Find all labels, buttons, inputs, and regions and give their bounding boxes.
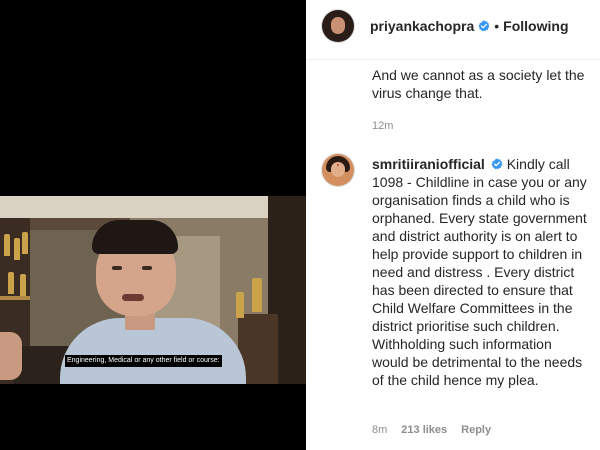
video-person-hair — [92, 220, 178, 254]
verified-badge-icon — [478, 20, 490, 32]
caption-timestamp[interactable]: 12m — [372, 120, 393, 132]
video-scene-trophy — [20, 274, 26, 296]
video-scene-ceiling — [0, 196, 306, 218]
video-scene-trophy — [14, 238, 20, 260]
video-person-eye — [112, 266, 122, 270]
header-separator: • — [494, 18, 500, 34]
video-scene-shelf — [0, 296, 30, 300]
video-scene-trophy — [22, 232, 28, 254]
author-avatar[interactable] — [322, 10, 354, 42]
caption-text: And we cannot as a society let the virus… — [372, 67, 585, 101]
verified-badge-icon — [491, 158, 503, 170]
comment-timestamp[interactable]: 8m — [372, 424, 387, 436]
comment-body: smritiiraniofficial Kindly call 1098 - C… — [372, 155, 590, 389]
comment-meta: 8m 213 likes Reply — [372, 423, 491, 437]
author-username[interactable]: priyankachopra — [370, 18, 474, 34]
comment-reply-button[interactable]: Reply — [461, 424, 491, 436]
commenter-avatar-bindi — [337, 164, 339, 166]
comment-likes-count[interactable]: 213 likes — [401, 424, 447, 436]
post-media[interactable]: Engineering, Medical or any other field … — [0, 0, 306, 450]
video-person-mouth — [122, 294, 144, 301]
post-header-row: priyankachopra • Following — [370, 16, 569, 36]
video-scene-trophy — [8, 272, 14, 294]
following-button[interactable]: Following — [503, 18, 568, 34]
post-header: priyankachopra • Following — [306, 0, 600, 60]
comment-text: Kindly call 1098 - Childline in case you… — [372, 156, 587, 388]
commenter-avatar[interactable] — [322, 154, 354, 186]
video-scene-trophy — [4, 234, 10, 256]
author-avatar-face — [331, 17, 345, 34]
video-person-eye — [142, 266, 152, 270]
video-scene-trophy — [236, 292, 244, 318]
video-person-hand — [0, 332, 22, 380]
video-subtitle: Engineering, Medical or any other field … — [65, 355, 222, 367]
video-scene-trophy — [252, 278, 262, 312]
post-panel: priyankachopra • Following And we cannot… — [306, 0, 600, 450]
commenter-username[interactable]: smritiiraniofficial — [372, 156, 485, 172]
